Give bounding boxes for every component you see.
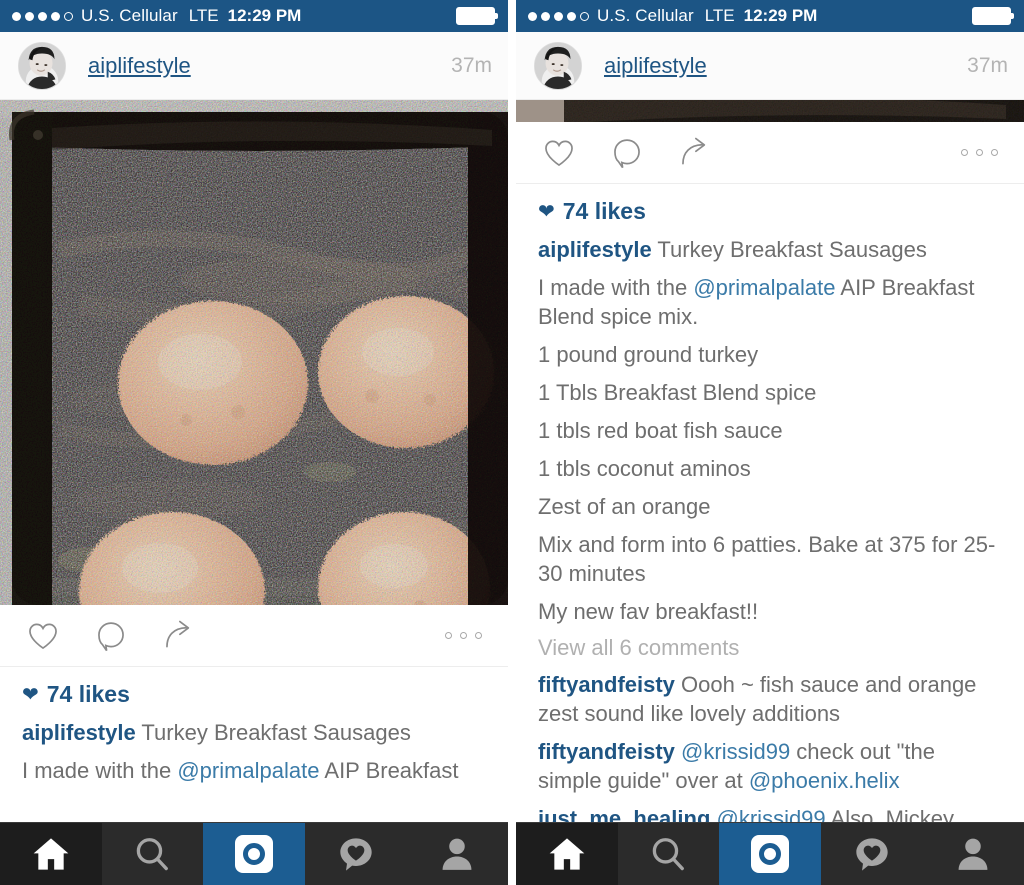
caption-text-pre: I made with the [22,758,178,784]
post-username-link[interactable]: aiplifestyle [88,53,191,79]
post-photo-partial[interactable] [516,100,1024,122]
home-icon [31,834,71,874]
caption-line-2: 1 Tbls Breakfast Blend spice [538,380,817,406]
activity-heart-icon [852,834,892,874]
tab-camera[interactable] [203,823,305,885]
signal-strength-icon [12,11,73,21]
view-all-comments-link[interactable]: View all 6 comments [538,635,1004,661]
clock-label: 12:29 PM [743,6,818,25]
status-bar-right: U.S. Cellular LTE 12:29 PM [516,0,1024,32]
camera-circle-icon [750,835,789,873]
tab-camera[interactable] [719,823,821,885]
caption-line-1: 1 pound ground turkey [538,342,759,368]
post-photo[interactable] [0,100,508,605]
caption-text: I made with the [538,275,694,301]
caption-line-4: 1 tbls coconut aminos [538,456,751,482]
phone-screen-left: U.S. Cellular LTE 12:29 PM aiplifestyle … [0,0,508,885]
caption-title: Turkey Breakfast Sausages [135,720,411,745]
mention-link[interactable]: @phoenix.helix [749,768,900,793]
tab-profile[interactable] [922,823,1024,885]
post-action-bar-right [516,122,1024,184]
caption-line-5: Zest of an orange [538,494,711,520]
mention-link[interactable]: @krissid99 [717,806,826,822]
profile-person-icon [954,835,992,873]
avatar[interactable] [534,41,582,90]
mention-link[interactable]: @primalpalate [693,275,835,300]
heart-filled-icon: ❤ [22,683,39,706]
caption-title-line: aiplifestyle Turkey Breakfast Sausages [22,718,488,747]
caption-title: Turkey Breakfast Sausages [651,237,927,262]
network-type-label: LTE [704,6,735,25]
caption-line-0: I made with the @primalpalate AIP Breakf… [538,273,1004,331]
caption-line-3: 1 tbls red boat fish sauce [538,418,783,444]
comment-text: Also, Mickey [825,806,955,822]
avatar[interactable] [18,41,66,90]
tab-activity[interactable] [820,823,923,885]
carrier-label: U.S. Cellular [597,6,694,25]
phone-screen-right: U.S. Cellular LTE 12:29 PM aiplifestyle … [516,0,1024,885]
tab-home[interactable] [0,823,102,885]
clock-label: 12:29 PM [227,6,302,25]
comment-row: just_me_healing @krissid99 Also, Mickey [538,804,1004,822]
comment-author[interactable]: just_me_healing [538,806,710,822]
share-arrow-icon[interactable] [162,619,196,653]
activity-heart-icon [336,834,376,874]
camera-circle-icon [234,835,273,873]
panel-divider [508,0,516,885]
status-bar: U.S. Cellular LTE 12:29 PM [0,0,508,32]
likes-count: 74 likes [562,198,646,224]
bottom-tab-bar [516,822,1024,885]
post-body-right: ❤ 74 likes aiplifestyle Turkey Breakfast… [516,184,1024,822]
comment-author[interactable]: fiftyandfeisty [538,739,675,764]
heart-filled-icon: ❤ [538,200,555,223]
tab-profile[interactable] [406,823,508,885]
comment-bubble-icon[interactable] [610,136,644,170]
comment-row: fiftyandfeisty Oooh ~ fish sauce and ora… [538,670,1004,728]
likes-row: ❤ 74 likes [22,681,488,708]
caption-author[interactable]: aiplifestyle [538,237,652,262]
caption-line-7: My new fav breakfast!! [538,599,759,625]
comment-row: fiftyandfeisty @krissid99 check out "the… [538,737,1004,795]
battery-icon [456,7,498,25]
search-icon [649,835,687,873]
more-options-icon[interactable] [955,143,1004,162]
post-action-bar [0,605,508,667]
caption-title-line: aiplifestyle Turkey Breakfast Sausages [538,235,1004,264]
search-icon [133,835,171,873]
post-header: aiplifestyle 37m [0,32,508,100]
post-username-link[interactable]: aiplifestyle [604,53,707,79]
caption-text-post: AIP Breakfast [319,758,459,784]
heart-outline-icon[interactable] [542,136,576,170]
bottom-tab-bar [0,822,508,885]
mention-link[interactable]: @krissid99 [681,739,790,764]
likes-row: ❤ 74 likes [538,198,1004,225]
tab-search[interactable] [617,823,720,885]
dual-screenshot-container: U.S. Cellular LTE 12:29 PM aiplifestyle … [0,0,1024,885]
post-body-left: ❤ 74 likes aiplifestyle Turkey Breakfast… [0,667,508,822]
signal-strength-icon [528,11,589,21]
caption-line-6: Mix and form into 6 patties. Bake at 375… [538,532,996,587]
caption-line-0: I made with the @primalpalate AIP Breakf… [22,756,488,785]
likes-count: 74 likes [46,681,130,707]
share-arrow-icon[interactable] [678,136,712,170]
post-timestamp: 37m [967,53,1008,77]
post-header-right: aiplifestyle 37m [516,32,1024,100]
mention-link[interactable]: @primalpalate [177,758,319,783]
heart-outline-icon[interactable] [26,619,60,653]
comment-bubble-icon[interactable] [94,619,128,653]
comment-author[interactable]: fiftyandfeisty [538,672,675,697]
post-timestamp: 37m [451,53,492,77]
battery-icon [972,7,1014,25]
carrier-label: U.S. Cellular [81,6,178,25]
tab-activity[interactable] [304,823,407,885]
tab-search[interactable] [101,823,204,885]
more-options-icon[interactable] [439,626,488,645]
home-icon [547,834,587,874]
profile-person-icon [438,835,476,873]
network-type-label: LTE [188,6,219,25]
tab-home[interactable] [516,823,618,885]
caption-author[interactable]: aiplifestyle [22,720,136,745]
